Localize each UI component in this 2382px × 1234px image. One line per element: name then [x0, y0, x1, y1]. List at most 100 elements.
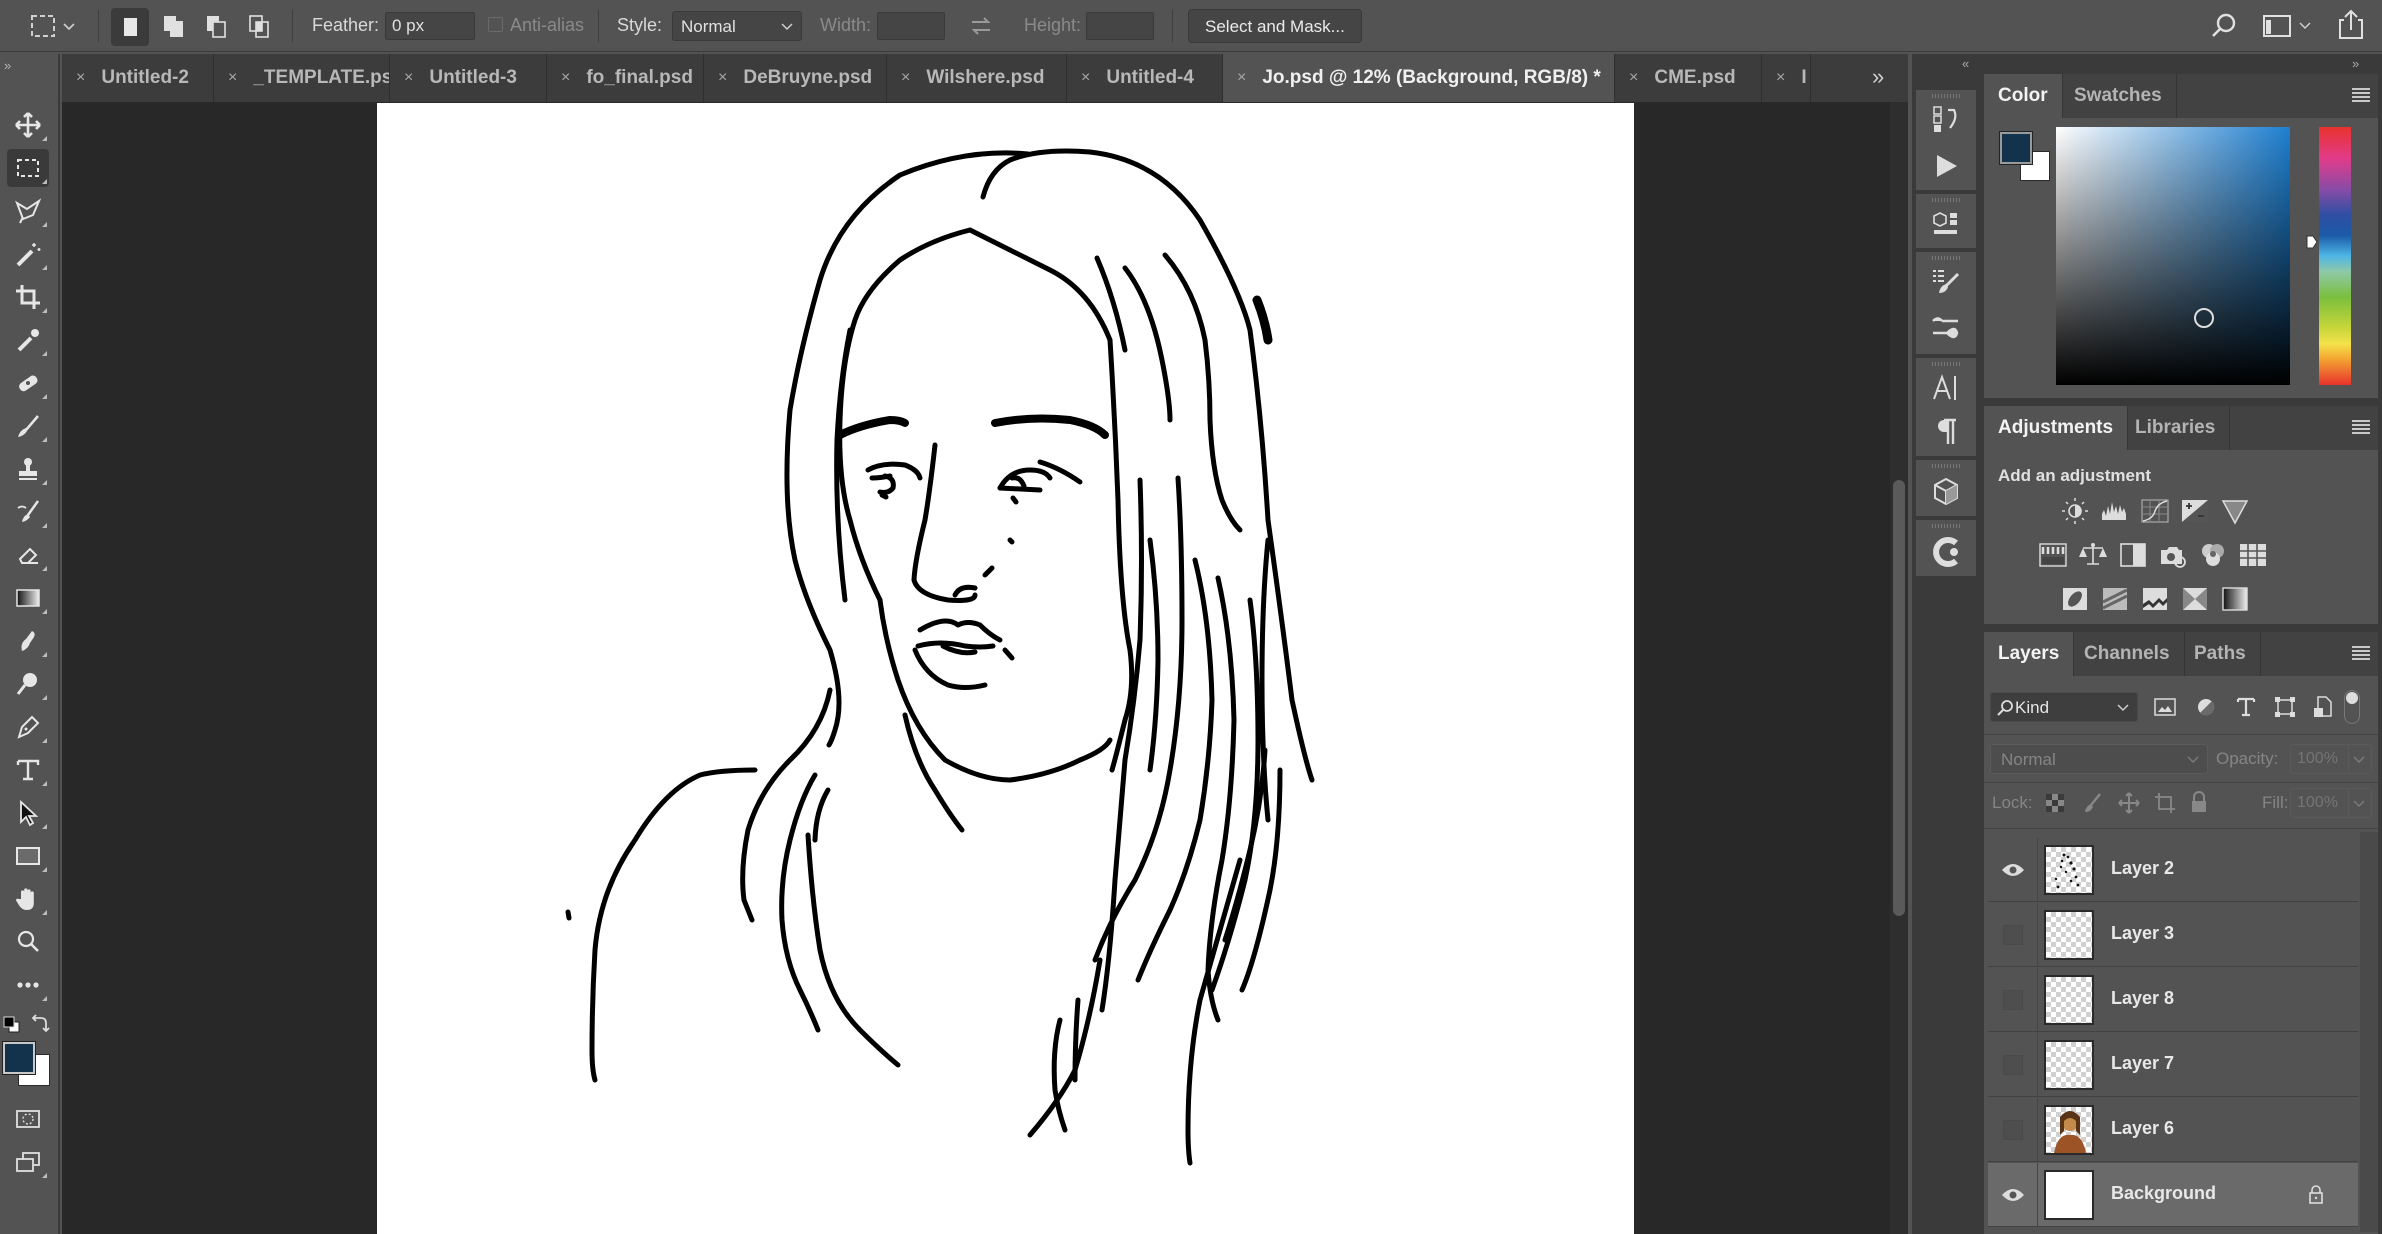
dodge-tool[interactable]	[7, 665, 49, 703]
close-tab-icon[interactable]: ×	[404, 69, 413, 87]
new-selection-button[interactable]	[111, 8, 149, 46]
close-tab-icon[interactable]: ×	[1629, 69, 1638, 87]
close-tab-icon[interactable]: ×	[901, 69, 910, 87]
lasso-tool[interactable]	[7, 192, 49, 230]
antialias-checkbox[interactable]	[488, 17, 503, 32]
creative-cloud-button[interactable]	[1930, 536, 1962, 568]
healing-brush-tool[interactable]	[7, 364, 49, 402]
eraser-tool[interactable]	[7, 536, 49, 574]
vertical-scrollbar[interactable]	[1890, 102, 1908, 1234]
subtract-from-selection-button[interactable]	[198, 8, 236, 46]
layer-row[interactable]: Layer 8	[1988, 968, 2358, 1032]
layer-visibility-toggle[interactable]	[1988, 968, 2038, 1032]
close-tab-icon[interactable]: ×	[228, 69, 237, 87]
close-tab-icon[interactable]: ×	[1081, 69, 1090, 87]
hue-slider-handle[interactable]	[2306, 235, 2318, 254]
filter-pixel-button[interactable]	[2154, 698, 2176, 721]
blend-mode-select[interactable]: Normal	[1990, 744, 2208, 774]
layer-filter-select[interactable]: Kind	[1990, 692, 2138, 722]
zoom-tool[interactable]	[7, 923, 49, 961]
gradient-tool[interactable]	[7, 579, 49, 617]
panel-menu-icon[interactable]	[2352, 88, 2370, 102]
collapse-dock-button[interactable]: «	[1962, 56, 1969, 71]
clone-stamp-tool[interactable]	[7, 450, 49, 488]
layer-visibility-toggle[interactable]	[1988, 1033, 2038, 1097]
history-brush-tool[interactable]	[7, 493, 49, 531]
document-tab[interactable]: × Jo.psd @ 12% (Background, RGB/8) *	[1223, 54, 1615, 102]
default-colors-button[interactable]	[3, 1016, 21, 1039]
search-button[interactable]	[2210, 12, 2238, 45]
document-tab[interactable]: × _TEMPLATE.psd	[214, 54, 390, 102]
close-tab-icon[interactable]: ×	[76, 69, 85, 87]
tab-swatches[interactable]: Swatches	[2060, 74, 2177, 118]
layer-visibility-toggle[interactable]	[1988, 838, 2038, 902]
curves-icon[interactable]	[2140, 496, 2170, 526]
feather-input[interactable]	[385, 12, 475, 40]
channel-mixer-icon[interactable]	[2198, 540, 2228, 570]
brightness-contrast-icon[interactable]	[2060, 496, 2090, 526]
document-tab[interactable]: × fo_final.psd	[547, 54, 704, 102]
share-button[interactable]	[2336, 8, 2366, 45]
3d-panel-button[interactable]	[1930, 476, 1962, 508]
canvas-area[interactable]	[62, 102, 1890, 1234]
color-picker-field[interactable]	[2056, 127, 2290, 385]
invert-icon[interactable]	[2060, 584, 2090, 614]
close-tab-icon[interactable]: ×	[561, 69, 570, 87]
panel-menu-icon[interactable]	[2352, 646, 2370, 660]
select-and-mask-button[interactable]: Select and Mask...	[1188, 9, 1362, 43]
tab-channels[interactable]: Channels	[2070, 632, 2185, 676]
brush-tool[interactable]	[7, 407, 49, 445]
color-lookup-icon[interactable]	[2238, 540, 2268, 570]
document-tab[interactable]: × DeBruyne.psd	[704, 54, 887, 102]
layer-visibility-toggle[interactable]	[1988, 903, 2038, 967]
quick-mask-button[interactable]	[7, 1100, 49, 1138]
tab-adjustments[interactable]: Adjustments	[1984, 406, 2129, 450]
tool-preset-picker[interactable]	[30, 14, 80, 40]
tab-libraries[interactable]: Libraries	[2121, 406, 2231, 450]
panel-menu-icon[interactable]	[2352, 420, 2370, 434]
brush-settings-button[interactable]	[1930, 266, 1962, 298]
layer-visibility-toggle[interactable]	[1988, 1163, 2038, 1227]
fill-input[interactable]: 100%	[2290, 788, 2372, 818]
photo-filter-icon[interactable]	[2158, 540, 2188, 570]
edit-toolbar-button[interactable]	[7, 966, 49, 1004]
add-to-selection-button[interactable]	[155, 8, 193, 46]
close-tab-icon[interactable]: ×	[718, 69, 727, 87]
magic-wand-tool[interactable]	[7, 235, 49, 273]
eyedropper-tool[interactable]	[7, 321, 49, 359]
layer-row[interactable]: Background	[1988, 1163, 2358, 1227]
type-tool[interactable]	[7, 751, 49, 789]
document-tab[interactable]: × Wilshere.psd	[887, 54, 1067, 102]
layer-row[interactable]: Layer 2	[1988, 838, 2358, 902]
path-selection-tool[interactable]	[7, 794, 49, 832]
crop-tool[interactable]	[7, 278, 49, 316]
filter-shape-button[interactable]	[2274, 696, 2296, 723]
vibrance-icon[interactable]	[2220, 496, 2250, 526]
brushes-panel-button[interactable]	[1930, 312, 1962, 344]
lock-pixels-button[interactable]	[2082, 792, 2102, 819]
history-panel-button[interactable]	[1930, 104, 1962, 136]
document-tab[interactable]: × Untitled-4	[1067, 54, 1223, 102]
document-tab[interactable]: × CME.psd	[1615, 54, 1762, 102]
document-tab[interactable]: × Untitled-3	[390, 54, 547, 102]
filter-smart-object-button[interactable]	[2312, 696, 2332, 723]
gradient-map-icon[interactable]	[2220, 584, 2250, 614]
layer-row[interactable]: Layer 3	[1988, 903, 2358, 967]
black-white-icon[interactable]	[2118, 540, 2148, 570]
paragraph-panel-button[interactable]	[1930, 416, 1962, 448]
layer-row[interactable]: Layer 7	[1988, 1033, 2358, 1097]
selective-color-icon[interactable]	[2180, 584, 2210, 614]
scrollbar-thumb[interactable]	[1893, 480, 1905, 916]
document-tab[interactable]: × Untitled-2	[62, 54, 214, 102]
close-tab-icon[interactable]: ×	[1237, 69, 1246, 87]
workspace-switcher[interactable]	[2262, 12, 2314, 45]
lock-artboard-button[interactable]	[2154, 792, 2176, 819]
document-canvas[interactable]	[377, 103, 1634, 1234]
properties-panel-button[interactable]	[1930, 208, 1962, 240]
character-panel-button[interactable]	[1930, 372, 1962, 404]
tab-layers[interactable]: Layers	[1984, 632, 2075, 676]
swap-width-height-button[interactable]	[968, 13, 994, 44]
foreground-color-swatch[interactable]	[2, 1041, 36, 1075]
pen-tool[interactable]	[7, 708, 49, 746]
color-picker-handle[interactable]	[2194, 308, 2214, 328]
